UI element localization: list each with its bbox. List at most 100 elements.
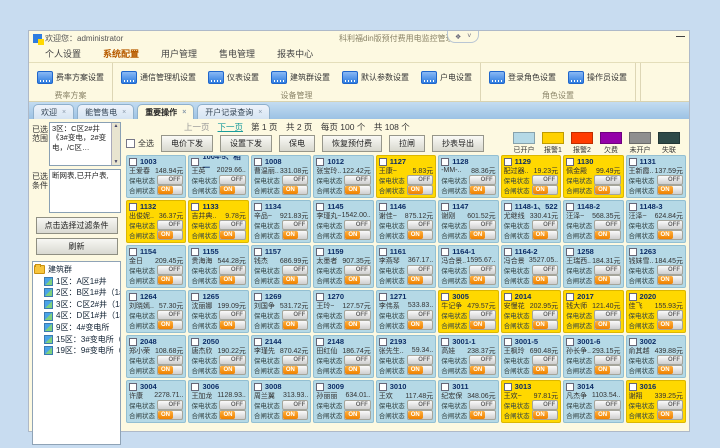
select-all-checkbox[interactable] [126, 139, 135, 148]
card-checkbox[interactable] [316, 158, 324, 166]
ribbon-button[interactable]: 默认参数设置 [336, 69, 415, 86]
tab-close-icon[interactable]: × [258, 109, 262, 116]
action-button-2[interactable]: 设置下发 [220, 135, 272, 152]
tree-item-4[interactable]: 4区：D区1#井（1#变电 [34, 310, 119, 322]
switch-state-toggle[interactable]: ON [344, 410, 370, 420]
power-protect-toggle[interactable]: OFF [469, 355, 495, 365]
switch-state-toggle[interactable]: ON [594, 185, 620, 195]
card-checkbox[interactable] [129, 158, 137, 166]
switch-state-toggle[interactable]: ON [469, 185, 495, 195]
meter-card[interactable]: 2193张先生..59.34..保电状态OFF合闸状态ON [376, 335, 436, 378]
card-checkbox[interactable] [629, 158, 637, 166]
action-button-3[interactable]: 保电 [279, 135, 315, 152]
card-checkbox[interactable] [629, 248, 637, 256]
card-checkbox[interactable] [254, 293, 262, 301]
meter-card[interactable]: 2048郑小荣108.68元保电状态OFF合闸状态ON [126, 335, 186, 378]
power-protect-toggle[interactable]: OFF [157, 265, 183, 275]
meter-card[interactable]: 1012张宝玲..122.42元保电状态OFF合闸状态ON [313, 155, 373, 198]
ribbon-button[interactable]: 操作员设置 [562, 69, 633, 86]
card-checkbox[interactable] [566, 293, 574, 301]
action-button-6[interactable]: 抄表导出 [432, 135, 484, 152]
card-checkbox[interactable] [129, 338, 137, 346]
card-checkbox[interactable] [254, 203, 262, 211]
card-checkbox[interactable] [379, 248, 387, 256]
power-protect-toggle[interactable]: OFF [282, 310, 308, 320]
meter-card[interactable]: 3009孙丽丽634.01..保电状态OFF合闸状态ON [313, 380, 373, 423]
power-protect-toggle[interactable]: OFF [469, 310, 495, 320]
meter-card[interactable]: 1263钱妹雪..184.45元保电状态OFF合闸状态ON [626, 245, 686, 288]
tree-root[interactable]: 建筑群 [34, 264, 119, 276]
power-protect-toggle[interactable]: OFF [219, 355, 245, 365]
card-checkbox[interactable] [504, 158, 512, 166]
doc-tab-2[interactable]: 能管售电× [77, 104, 134, 119]
meter-card[interactable]: 3005牛记争479.57元保电状态OFF合闸状态ON [438, 290, 498, 333]
power-protect-toggle[interactable]: OFF [407, 265, 433, 275]
switch-state-toggle[interactable]: ON [282, 365, 308, 375]
meter-card[interactable]: 1004-5、相一王英2029.66..保电状态OFF合闸状态ON [188, 155, 248, 198]
card-checkbox[interactable] [566, 248, 574, 256]
switch-state-toggle[interactable]: ON [657, 185, 683, 195]
power-protect-toggle[interactable]: OFF [282, 400, 308, 410]
selected-condition-listbox[interactable]: 断网表,已开户表, [49, 169, 121, 213]
meter-card[interactable]: 1148-3汪泽~624.84元保电状态OFF合闸状态ON [626, 200, 686, 243]
meter-card[interactable]: 1164-2冯合景3527.05..保电状态OFF合闸状态ON [501, 245, 561, 288]
power-protect-toggle[interactable]: OFF [657, 355, 683, 365]
meter-card[interactable]: 1003王爱春148.94元保电状态OFF合闸状态ON [126, 155, 186, 198]
power-protect-toggle[interactable]: OFF [157, 355, 183, 365]
card-checkbox[interactable] [191, 248, 199, 256]
switch-state-toggle[interactable]: ON [407, 185, 433, 195]
menu-item-4[interactable]: 售电管理 [209, 46, 265, 62]
next-page-link[interactable]: 下一页 [218, 121, 244, 133]
card-checkbox[interactable] [629, 203, 637, 211]
collapse-ribbon-icon[interactable]: ˅ [467, 33, 471, 40]
doc-tab-4[interactable]: 开户记录查询× [197, 104, 270, 119]
card-checkbox[interactable] [504, 293, 512, 301]
power-protect-toggle[interactable]: OFF [657, 310, 683, 320]
switch-state-toggle[interactable]: ON [219, 410, 245, 420]
card-checkbox[interactable] [254, 248, 262, 256]
switch-state-toggle[interactable]: ON [157, 275, 183, 285]
switch-state-toggle[interactable]: ON [157, 230, 183, 240]
tab-close-icon[interactable]: × [122, 109, 126, 116]
card-checkbox[interactable] [629, 338, 637, 346]
tab-close-icon[interactable]: × [182, 109, 186, 116]
card-checkbox[interactable] [379, 203, 387, 211]
switch-state-toggle[interactable]: ON [594, 410, 620, 420]
switch-state-toggle[interactable]: ON [282, 410, 308, 420]
power-protect-toggle[interactable]: OFF [407, 400, 433, 410]
power-protect-toggle[interactable]: OFF [532, 265, 558, 275]
switch-state-toggle[interactable]: ON [657, 410, 683, 420]
meter-card[interactable]: 1159太墨者907.35元保电状态OFF合闸状态ON [313, 245, 373, 288]
card-checkbox[interactable] [191, 383, 199, 391]
ribbon-button[interactable]: 通信管理机设置 [115, 69, 202, 86]
selected-range-listbox[interactable]: 3区：C区2#井《3#变电，2#变电，/C区… ▲ ▼ [49, 122, 121, 166]
action-button-1[interactable]: 电价下发 [161, 135, 213, 152]
card-checkbox[interactable] [504, 383, 512, 391]
scroll-up-icon[interactable]: ▲ [114, 123, 119, 129]
switch-state-toggle[interactable]: ON [344, 230, 370, 240]
power-protect-toggle[interactable]: OFF [282, 175, 308, 185]
meter-card[interactable]: 1146谢佳~875.12元保电状态OFF合闸状态ON [376, 200, 436, 243]
switch-state-toggle[interactable]: ON [344, 320, 370, 330]
meter-card[interactable]: 2144李瑾先870.42元保电状态OFF合闸状态ON [251, 335, 311, 378]
switch-state-toggle[interactable]: ON [532, 365, 558, 375]
card-checkbox[interactable] [441, 158, 449, 166]
switch-state-toggle[interactable]: ON [219, 185, 245, 195]
card-checkbox[interactable] [316, 293, 324, 301]
doc-tab-1[interactable]: 欢迎× [33, 104, 74, 119]
tree-item-2[interactable]: 2区：B区1#井（1#变电 [34, 287, 119, 299]
power-protect-toggle[interactable]: OFF [532, 175, 558, 185]
power-protect-toggle[interactable]: OFF [344, 400, 370, 410]
menu-item-1[interactable]: 个人设置 [35, 46, 91, 62]
power-protect-toggle[interactable]: OFF [219, 400, 245, 410]
meter-card[interactable]: 1131王新霞..137.59元保电状态OFF合闸状态ON [626, 155, 686, 198]
power-protect-toggle[interactable]: OFF [532, 400, 558, 410]
ribbon-button[interactable]: 建筑群设置 [265, 69, 336, 86]
meter-card[interactable]: 1134辛品~921.83元保电状态OFF合闸状态ON [251, 200, 311, 243]
choose-filter-button[interactable]: 点击选择过滤条件 [36, 217, 118, 234]
switch-state-toggle[interactable]: ON [469, 410, 495, 420]
card-checkbox[interactable] [441, 293, 449, 301]
card-checkbox[interactable] [629, 293, 637, 301]
tab-close-icon[interactable]: × [62, 109, 66, 116]
meter-card[interactable]: 3016谢翔339.25元保电状态OFF合闸状态ON [626, 380, 686, 423]
